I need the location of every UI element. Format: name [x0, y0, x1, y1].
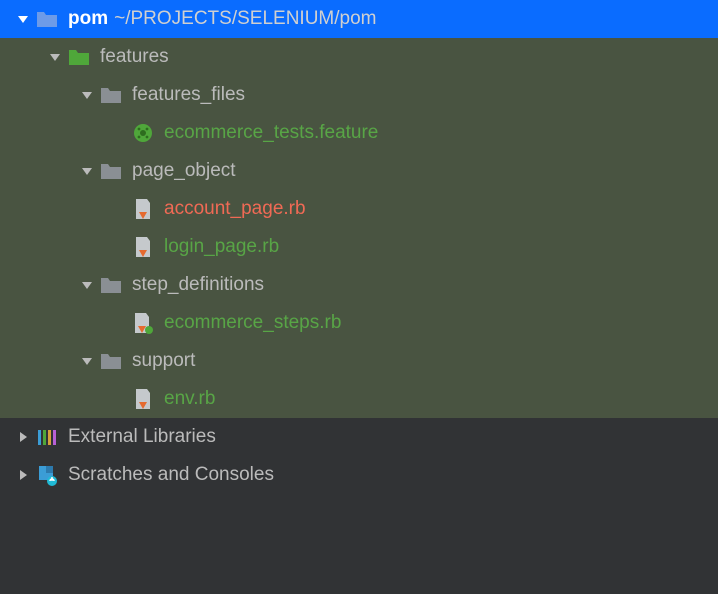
libraries-icon	[36, 426, 58, 448]
folder-label: features_files	[132, 84, 245, 106]
scratches-icon	[36, 464, 58, 486]
root-name: pom	[68, 8, 108, 30]
tree-item-features-files[interactable]: features_files	[0, 76, 718, 114]
folder-label: support	[132, 350, 195, 372]
tree-empty-area	[0, 494, 718, 594]
folder-icon	[100, 84, 122, 106]
root-path: ~/PROJECTS/SELENIUM/pom	[114, 8, 376, 30]
folder-icon	[36, 8, 58, 30]
tree-item-env[interactable]: env.rb	[0, 380, 718, 418]
ruby-file-icon	[132, 388, 154, 410]
folder-label: features	[100, 46, 169, 68]
chevron-down-icon[interactable]	[78, 86, 96, 104]
tree-item-step-definitions[interactable]: step_definitions	[0, 266, 718, 304]
file-label: ecommerce_steps.rb	[164, 312, 341, 334]
folder-icon	[100, 350, 122, 372]
cucumber-icon	[132, 122, 154, 144]
ruby-file-icon	[132, 236, 154, 258]
ruby-file-badge-icon	[132, 312, 154, 334]
tree-item-account-page[interactable]: account_page.rb	[0, 190, 718, 228]
tree-item-ecommerce-steps[interactable]: ecommerce_steps.rb	[0, 304, 718, 342]
tree-item-login-page[interactable]: login_page.rb	[0, 228, 718, 266]
tree-item-scratches[interactable]: Scratches and Consoles	[0, 456, 718, 494]
external-libraries-label: External Libraries	[68, 426, 216, 448]
tree-item-support[interactable]: support	[0, 342, 718, 380]
folder-icon	[100, 160, 122, 182]
chevron-down-icon[interactable]	[46, 48, 64, 66]
chevron-down-icon[interactable]	[78, 352, 96, 370]
file-label: ecommerce_tests.feature	[164, 122, 378, 144]
chevron-right-icon[interactable]	[14, 428, 32, 446]
folder-label: page_object	[132, 160, 236, 182]
file-label: account_page.rb	[164, 198, 306, 220]
chevron-down-icon[interactable]	[14, 10, 32, 28]
scratches-label: Scratches and Consoles	[68, 464, 274, 486]
ruby-file-icon	[132, 198, 154, 220]
file-label: login_page.rb	[164, 236, 279, 258]
chevron-right-icon[interactable]	[14, 466, 32, 484]
tree-item-external-libraries[interactable]: External Libraries	[0, 418, 718, 456]
chevron-down-icon[interactable]	[78, 276, 96, 294]
file-label: env.rb	[164, 388, 215, 410]
chevron-down-icon[interactable]	[78, 162, 96, 180]
test-folder-icon	[68, 46, 90, 68]
folder-icon	[100, 274, 122, 296]
tree-item-feature-file[interactable]: ecommerce_tests.feature	[0, 114, 718, 152]
tree-item-features[interactable]: features	[0, 38, 718, 76]
tree-item-page-object[interactable]: page_object	[0, 152, 718, 190]
tree-item-root[interactable]: pom ~/PROJECTS/SELENIUM/pom	[0, 0, 718, 38]
folder-label: step_definitions	[132, 274, 264, 296]
project-tree: pom ~/PROJECTS/SELENIUM/pom features fea…	[0, 0, 718, 594]
